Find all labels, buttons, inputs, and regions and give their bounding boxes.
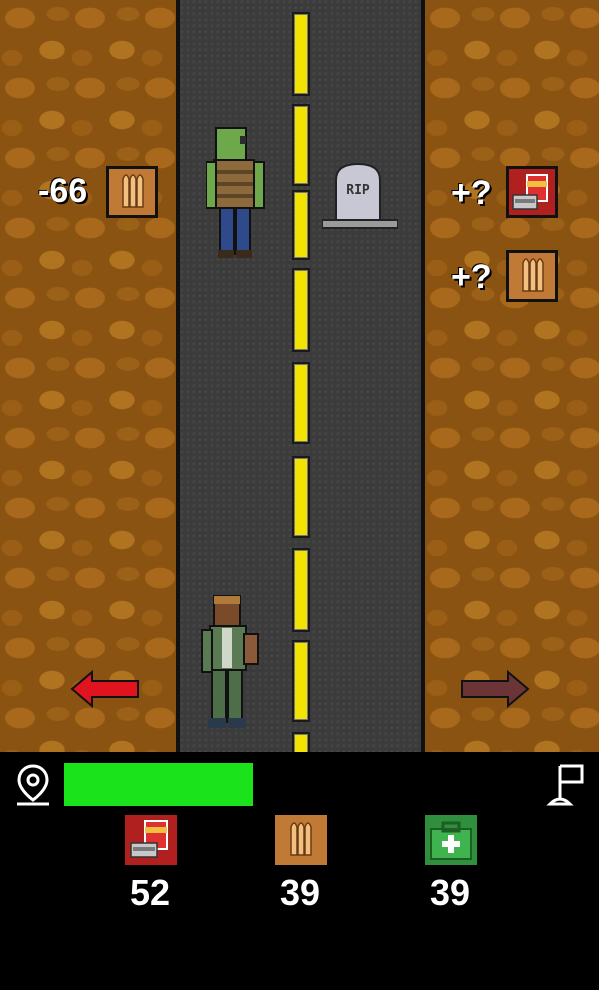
ammo-icon[interactable] bbox=[506, 250, 558, 302]
food-can-icon bbox=[125, 815, 177, 865]
lane-dash bbox=[292, 104, 310, 186]
player-sprite[interactable] bbox=[200, 594, 262, 732]
zombie-sprite[interactable] bbox=[206, 126, 272, 262]
lane-dash bbox=[292, 362, 310, 444]
lane-dash bbox=[292, 456, 310, 538]
move-left-arrow-icon[interactable] bbox=[70, 670, 140, 708]
right-item-counter: +? bbox=[451, 258, 492, 296]
lane-dash bbox=[292, 732, 310, 752]
right-item-counter: +? bbox=[451, 174, 492, 212]
medkit-icon bbox=[425, 815, 477, 865]
health-progress-bar bbox=[64, 763, 253, 806]
game-scene: RIP -66 +? +? bbox=[0, 0, 599, 752]
ammo-icon[interactable] bbox=[106, 166, 158, 218]
gravestone: RIP bbox=[322, 162, 398, 229]
left-item-counter: -66 bbox=[38, 172, 88, 210]
gravestone-text: RIP bbox=[346, 183, 370, 198]
move-right-arrow-icon[interactable] bbox=[460, 670, 530, 708]
lane-dash bbox=[292, 268, 310, 352]
ammo-count: 39 bbox=[279, 872, 321, 913]
lane-dash bbox=[292, 640, 310, 722]
left-dirt-field bbox=[0, 0, 176, 752]
lane-dash bbox=[292, 12, 310, 96]
location-pin-icon bbox=[17, 764, 49, 806]
lane-dash bbox=[292, 190, 310, 260]
lane-dash bbox=[292, 548, 310, 632]
ammo-icon bbox=[275, 815, 327, 865]
medkit-count: 39 bbox=[429, 872, 471, 913]
food-can-icon[interactable] bbox=[506, 166, 558, 218]
food-count: 52 bbox=[129, 872, 171, 913]
finish-flag-icon bbox=[546, 764, 584, 806]
right-dirt-field bbox=[425, 0, 599, 752]
